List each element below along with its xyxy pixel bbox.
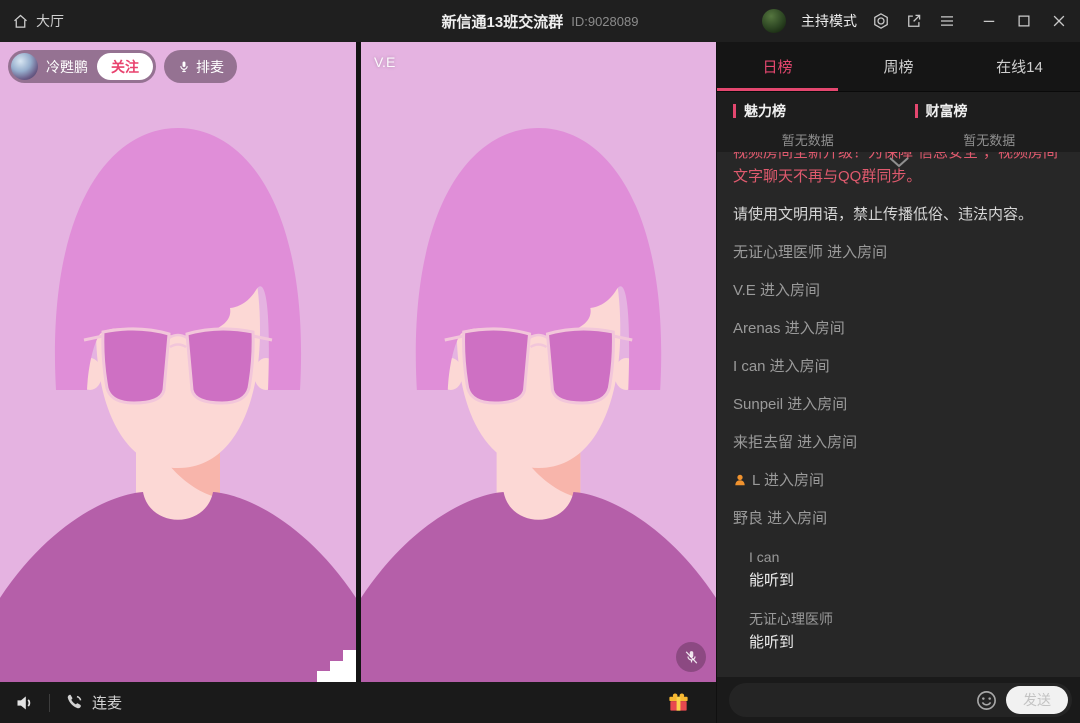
- host-avatar: [11, 53, 38, 80]
- tab-online-users[interactable]: 在线14: [959, 42, 1080, 91]
- video-stage: 冷甦鹏 关注 排麦: [0, 42, 716, 723]
- titlebar: 大厅 新信通13班交流群 ID:9028089 主持模式: [0, 0, 1080, 42]
- user-avatar[interactable]: [762, 9, 786, 33]
- tab-weekly-rank[interactable]: 周榜: [838, 42, 959, 91]
- chat-message: 无证心理医师能听到: [733, 607, 1064, 655]
- maximize-icon[interactable]: [1015, 12, 1033, 30]
- chat-message: Arenas 进入房间: [733, 317, 1064, 341]
- stage-toolbar: 连麦: [0, 682, 716, 723]
- board-accent-bar: [733, 104, 736, 118]
- guest-avatar-illustration: [361, 42, 716, 682]
- gift-icon[interactable]: [667, 691, 690, 714]
- charm-board-empty: 暂无数据: [733, 130, 883, 149]
- chat-message: 野良 进入房间: [733, 507, 1064, 531]
- wealth-board-title: 财富榜: [926, 101, 968, 121]
- mic-link-button[interactable]: 连麦: [64, 692, 122, 713]
- lobby-button[interactable]: 大厅: [12, 11, 64, 31]
- send-button[interactable]: 发送: [1006, 686, 1068, 714]
- chat-input-field[interactable]: [743, 692, 975, 708]
- room-id: ID:9028089: [571, 14, 638, 29]
- wealth-board-empty: 暂无数据: [915, 130, 1065, 149]
- host-info-pill: 冷甦鹏 关注: [8, 50, 156, 83]
- chat-message: 无证心理医师 进入房间: [733, 241, 1064, 265]
- board-accent-bar: [915, 104, 918, 118]
- lobby-label: 大厅: [36, 11, 64, 31]
- mic-queue-label: 排麦: [196, 57, 224, 77]
- follow-button[interactable]: 关注: [97, 53, 153, 80]
- chat-message: Sunpeil 进入房间: [733, 393, 1064, 417]
- video-tile-host: 冷甦鹏 关注 排麦: [0, 42, 356, 682]
- mic-queue-button[interactable]: 排麦: [164, 50, 237, 83]
- speaker-icon[interactable]: [14, 692, 35, 713]
- settings-icon[interactable]: [872, 12, 890, 30]
- close-icon[interactable]: [1050, 12, 1068, 30]
- side-panel: 日榜 周榜 在线14 魅力榜 暂无数据 财富榜 暂无数据: [716, 42, 1080, 723]
- popout-icon[interactable]: [905, 12, 923, 30]
- emoji-icon[interactable]: [975, 689, 998, 712]
- app-window: 大厅 新信通13班交流群 ID:9028089 主持模式: [0, 0, 1080, 723]
- chat-input[interactable]: 发送: [729, 683, 1072, 717]
- mic-link-label: 连麦: [92, 692, 122, 713]
- network-quality-icon: [317, 650, 356, 682]
- charm-board-title: 魅力榜: [744, 101, 786, 121]
- host-name: 冷甦鹏: [46, 57, 88, 77]
- rank-tabs: 日榜 周榜 在线14: [717, 42, 1080, 92]
- member-badge-icon: [733, 473, 747, 487]
- leaderboards: 魅力榜 暂无数据 财富榜 暂无数据: [717, 92, 1080, 152]
- chat-message: I can能听到: [733, 545, 1064, 593]
- mic-muted-icon: [676, 642, 706, 672]
- titlebar-actions: 主持模式: [762, 9, 1068, 33]
- room-title: 新信通13班交流群: [442, 11, 564, 32]
- host-avatar-illustration: [0, 42, 356, 682]
- guest-name: V.E: [374, 54, 395, 70]
- window-controls: [980, 12, 1068, 30]
- phone-icon: [64, 692, 85, 713]
- host-mode-label: 主持模式: [801, 11, 857, 31]
- room-title-area: 新信通13班交流群 ID:9028089: [442, 0, 639, 42]
- wealth-board: 财富榜 暂无数据: [899, 92, 1080, 152]
- microphone-icon: [177, 60, 191, 74]
- chat-message: I can 进入房间: [733, 355, 1064, 379]
- menu-icon[interactable]: [938, 12, 956, 30]
- chat-area: 视频房间全新升级！为保障“信息安全”，视频房间文字聊天不再与QQ群同步。请使用文…: [717, 152, 1080, 677]
- charm-board: 魅力榜 暂无数据: [717, 92, 899, 152]
- minimize-icon[interactable]: [980, 12, 998, 30]
- chat-message: 来拒去留 进入房间: [733, 431, 1064, 455]
- home-icon: [12, 13, 29, 30]
- video-tile-guest: V.E: [361, 42, 716, 682]
- chat-input-row: 发送: [717, 677, 1080, 723]
- toolbar-divider: [49, 694, 50, 712]
- chat-message: V.E 进入房间: [733, 279, 1064, 303]
- collapse-chevron-icon[interactable]: [885, 154, 913, 175]
- tab-daily-rank[interactable]: 日榜: [717, 42, 838, 91]
- chat-message: 请使用文明用语，禁止传播低俗、违法内容。: [733, 203, 1064, 227]
- chat-message: L 进入房间: [733, 469, 1064, 493]
- chat-message-list: 视频房间全新升级！为保障“信息安全”，视频房间文字聊天不再与QQ群同步。请使用文…: [733, 152, 1064, 655]
